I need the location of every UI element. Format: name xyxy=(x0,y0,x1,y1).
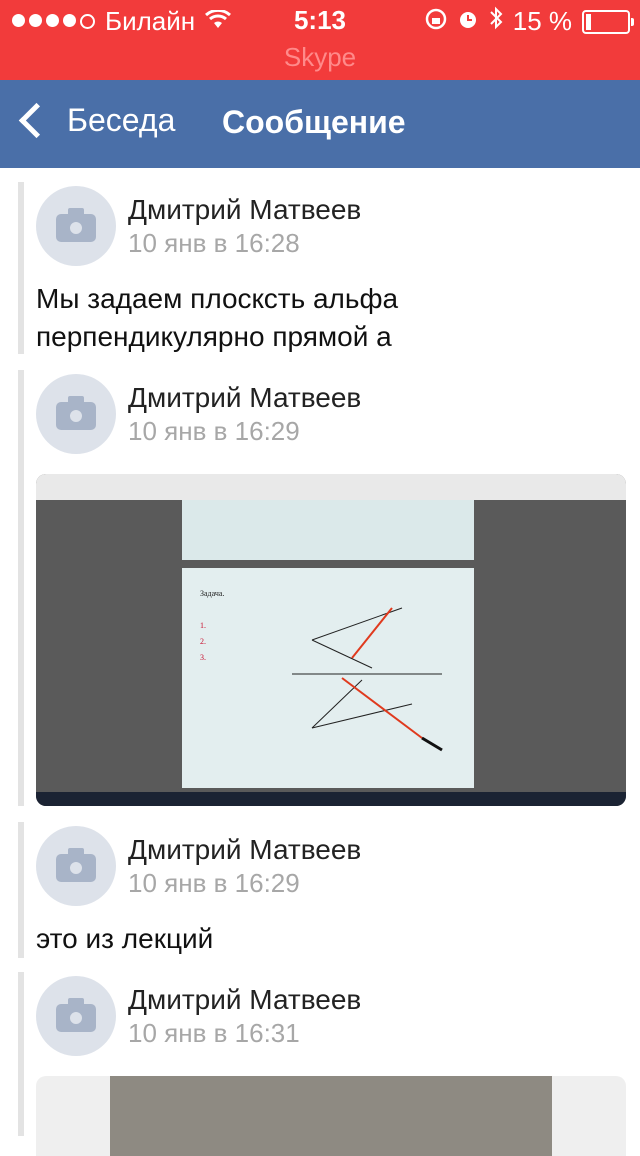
svg-text:Задача.: Задача. xyxy=(200,589,224,598)
author-name[interactable]: Дмитрий Матвеев xyxy=(128,382,361,414)
orientation-lock-icon xyxy=(425,6,447,37)
author-name[interactable]: Дмитрий Матвеев xyxy=(128,194,361,226)
geometry-diagram: Задача. 1. 2. 3. xyxy=(200,589,443,752)
lecture-slide xyxy=(182,500,474,560)
svg-text:1.: 1. xyxy=(200,621,206,630)
message-post: Дмитрий Матвеев 10 янв в 16:29 это из ле… xyxy=(18,822,640,958)
avatar[interactable] xyxy=(36,826,116,906)
post-date: 10 янв в 16:29 xyxy=(128,416,300,446)
back-label: Беседа xyxy=(67,102,176,138)
chevron-left-icon xyxy=(18,102,55,139)
post-date: 10 янв в 16:31 xyxy=(128,1018,300,1048)
avatar[interactable] xyxy=(36,976,116,1056)
post-date: 10 янв в 16:28 xyxy=(128,228,300,258)
svg-text:3.: 3. xyxy=(200,653,206,662)
author-name[interactable]: Дмитрий Матвеев xyxy=(128,984,361,1016)
camera-icon xyxy=(56,396,96,430)
post-date: 10 янв в 16:29 xyxy=(128,868,300,898)
battery-percent: 15 % xyxy=(512,6,572,36)
photo-content xyxy=(110,1076,552,1156)
browser-chrome xyxy=(36,474,626,500)
camera-icon xyxy=(56,998,96,1032)
message-post: Дмитрий Матвеев 10 янв в 16:31 xyxy=(18,972,640,1156)
app-label: Skype xyxy=(283,42,357,72)
svg-text:2.: 2. xyxy=(200,637,206,646)
message-post: Дмитрий Матвеев 10 янв в 16:29 Задача. 1… xyxy=(18,370,640,806)
taskbar xyxy=(36,792,626,806)
message-text: Мы задаем плоскcть альфа перпендикулярно… xyxy=(36,283,399,352)
camera-icon xyxy=(56,848,96,882)
status-bar: Билайн 5:13 15 % Skype xyxy=(0,0,640,80)
bluetooth-icon xyxy=(489,6,503,37)
message-post: Дмитрий Матвеев 10 янв в 16:28 Мы задаем… xyxy=(18,182,640,354)
status-right: 15 % xyxy=(425,6,634,37)
lecture-slide: Задача. 1. 2. 3. xyxy=(182,568,474,788)
alarm-icon xyxy=(457,6,479,37)
screenshot-attachment[interactable]: Задача. 1. 2. 3. xyxy=(36,474,626,806)
avatar[interactable] xyxy=(36,374,116,454)
photo-attachment[interactable] xyxy=(36,1076,626,1156)
page-title: Сообщение xyxy=(222,104,406,140)
camera-icon xyxy=(56,208,96,242)
battery-icon xyxy=(582,9,634,34)
back-button[interactable]: Беседа xyxy=(14,102,175,139)
author-name[interactable]: Дмитрий Матвеев xyxy=(128,834,361,866)
navigation-bar: Беседа Сообщение xyxy=(0,80,640,168)
avatar[interactable] xyxy=(36,186,116,266)
message-text: это из лекций xyxy=(36,923,214,954)
